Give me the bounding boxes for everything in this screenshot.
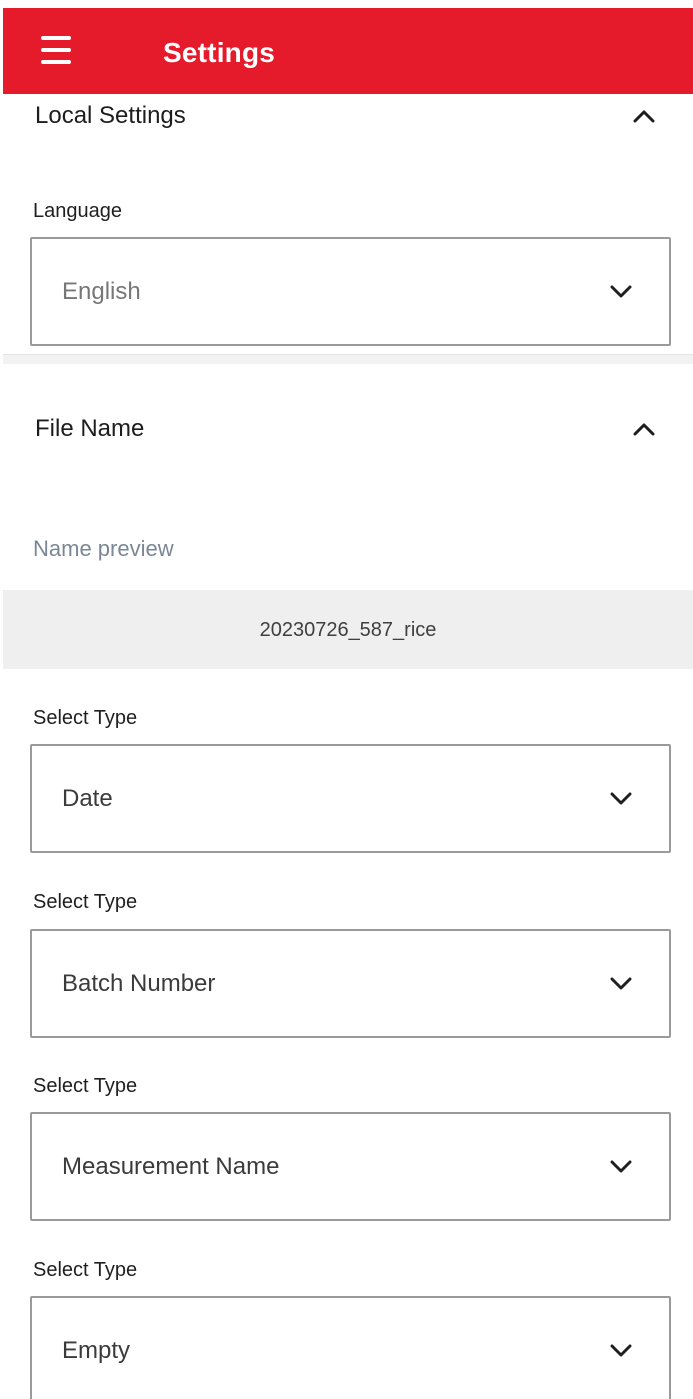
select-type-value-3: Measurement Name: [62, 1152, 280, 1180]
file-name-header[interactable]: File Name: [35, 417, 655, 441]
name-preview-box: 20230726_587_rice: [3, 590, 693, 669]
chevron-down-icon: [609, 1155, 633, 1179]
chevron-down-icon-svg: [610, 285, 632, 297]
language-select[interactable]: English: [30, 237, 671, 346]
page-title: Settings: [163, 37, 276, 68]
select-type-date[interactable]: Date: [30, 744, 671, 853]
menu-icon-bar: [41, 36, 71, 40]
select-type-value-1: Date: [62, 784, 113, 812]
file-name-title: File Name: [35, 415, 145, 442]
chevron-down-icon: [609, 280, 633, 304]
language-select-value: English: [62, 277, 141, 305]
chevron-down-icon-svg: [610, 1160, 632, 1172]
chevron-down-icon-svg: [610, 977, 632, 989]
name-preview-value: 20230726_587_rice: [259, 618, 437, 641]
chevron-up-icon-svg: [633, 110, 655, 123]
select-type-measurement-name[interactable]: Measurement Name: [30, 1112, 671, 1221]
select-type-label-1: Select Type: [33, 707, 138, 729]
select-type-batch-number[interactable]: Batch Number: [30, 929, 671, 1038]
chevron-down-icon-svg: [610, 792, 632, 804]
language-label: Language: [33, 200, 122, 222]
local-settings-header[interactable]: Local Settings: [35, 104, 655, 128]
chevron-up-icon[interactable]: [633, 418, 655, 440]
select-type-label-2: Select Type: [33, 891, 138, 913]
settings-screen: Settings Local Settings Language English…: [0, 0, 693, 1399]
app-header: Settings: [3, 8, 693, 94]
select-type-value-2: Batch Number: [62, 969, 216, 997]
select-type-label-4: Select Type: [33, 1259, 138, 1281]
select-type-label-3: Select Type: [33, 1075, 138, 1097]
menu-icon-bar: [41, 60, 71, 64]
name-preview-label: Name preview: [33, 536, 174, 561]
chevron-down-icon: [609, 787, 633, 811]
chevron-up-icon-svg: [633, 423, 655, 436]
chevron-down-icon: [609, 972, 633, 996]
select-type-empty[interactable]: Empty: [30, 1296, 671, 1399]
menu-icon-bar: [41, 48, 71, 52]
local-settings-title: Local Settings: [35, 102, 186, 129]
section-divider: [3, 354, 693, 364]
select-type-value-4: Empty: [62, 1336, 131, 1364]
chevron-down-icon: [609, 1339, 633, 1363]
chevron-down-icon-svg: [610, 1344, 632, 1356]
menu-icon[interactable]: [41, 36, 71, 64]
chevron-up-icon[interactable]: [633, 105, 655, 127]
